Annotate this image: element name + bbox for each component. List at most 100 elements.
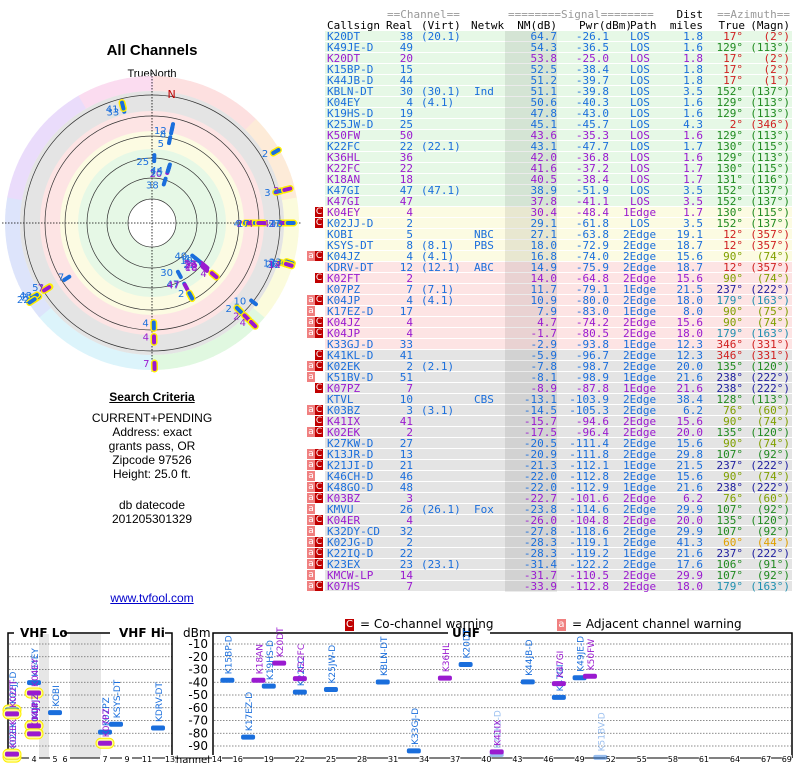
table-row[interactable]: K20DT 20 53.8 -25.0 LOS 1.8 17° (2°) <box>325 53 792 64</box>
station-channel-label: 12 <box>154 126 167 137</box>
table-row[interactable]: K15BP-D 15 52.5 -38.4 LOS 1.8 17° (2°) <box>325 64 792 75</box>
x-tick-label: 11 <box>142 755 152 764</box>
signal-marker[interactable] <box>375 679 390 685</box>
station-marker-label: KOBI <box>52 685 62 706</box>
table-row[interactable]: KDRV-DT 12 (12.1) ABC 14.9 -75.9 2Edge 18.7 12°(… <box>325 262 792 273</box>
station-marker-label: K02FT <box>9 679 19 707</box>
co-channel-warning-icon: C <box>315 460 323 470</box>
signal-marker[interactable] <box>406 748 421 754</box>
station-bar <box>282 186 293 192</box>
signal-marker[interactable] <box>5 751 19 757</box>
criteria-line: Height: 25.0 ft. <box>112 467 192 481</box>
station-marker-label: K02EK <box>9 718 19 748</box>
azimuth-true-cell: 179° <box>716 580 744 593</box>
co-channel-warning-icon: C <box>315 449 323 459</box>
adjacent-channel-warning-icon: a <box>307 548 315 558</box>
station-channel-label: 7 <box>58 273 64 284</box>
table-row[interactable]: K02JJ-D 2 29.1 -61.8 LOS 3.5 152° (137°) <box>325 218 792 229</box>
signal-marker[interactable] <box>323 687 338 693</box>
station-bar <box>169 122 176 132</box>
table-row[interactable]: K07HS 7 -33.9 -112.8 2Edge 18.0 179° (163°) <box>325 581 792 592</box>
table-row[interactable]: K49JE-D 49 54.3 -36.5 LOS 1.6 129° (113°) <box>325 42 792 53</box>
signal-marker[interactable] <box>220 677 235 683</box>
signal-marker[interactable] <box>593 754 608 760</box>
station-channel-label: 18 <box>185 263 198 274</box>
y-axis-label: dBm <box>183 626 211 640</box>
table-row[interactable]: K17EZ-D 17 7.9 -83.0 1Edge 8.0 90° (75°) <box>325 306 792 317</box>
station-marker-label: K36HL <box>442 643 452 672</box>
signal-marker[interactable] <box>551 694 566 700</box>
co-channel-warning-icon: C <box>315 482 323 492</box>
station-channel-label: 14 <box>268 260 281 271</box>
signal-marker[interactable] <box>292 689 307 695</box>
network-cell: PBS <box>474 239 494 252</box>
station-channel-label: 3 <box>273 186 279 197</box>
signal-marker[interactable] <box>251 677 266 683</box>
search-criteria-heading: Search Criteria <box>109 390 195 404</box>
magnetic-north-label: N <box>167 88 175 101</box>
table-row[interactable]: K04JP 4 (4.1) 10.9 -80.0 2Edge 18.0 179° (163°) <box>325 295 792 306</box>
signal-marker[interactable] <box>98 740 112 746</box>
table-row[interactable]: K32DY-CD 32 -27.8 -118.6 2Edge 29.9 107° (92°) <box>325 526 792 537</box>
signal-marker[interactable] <box>582 673 597 679</box>
compass-band <box>5 221 21 236</box>
x-tick-label: 5 <box>52 755 57 764</box>
signal-marker[interactable] <box>489 749 504 755</box>
table-row[interactable]: K04JZ 4 (4.1) 16.8 -74.0 2Edge 15.6 90° (74°) <box>325 251 792 262</box>
x-tick-label: 14 <box>212 755 222 764</box>
virtual-channel-cell: (23.1) <box>421 558 461 571</box>
table-row[interactable]: K48GO-D 48 -22.0 -112.9 1Edge 21.6 238° (222°) <box>325 482 792 493</box>
table-row[interactable]: KSYS-DT 8 (8.1) PBS 18.0 -72.9 2Edge 18.7 12° (35… <box>325 240 792 251</box>
x-tick-label: 64 <box>730 755 740 764</box>
polar-title: All Channels <box>106 42 198 59</box>
table-row[interactable]: K19HS-D 19 47.8 -43.0 LOS 1.6 129° (113°) <box>325 108 792 119</box>
signal-marker[interactable] <box>520 679 535 685</box>
co-channel-warning-icon: C <box>315 207 323 217</box>
compass-band <box>162 352 178 370</box>
tvfool-link[interactable]: www.tvfool.com <box>0 591 304 605</box>
adjacent-channel-warning-icon: a <box>307 504 315 514</box>
x-tick-label: 9 <box>124 755 129 764</box>
station-marker-label: K22FC <box>297 644 307 673</box>
station-channel-label: 22 <box>17 295 30 306</box>
table-row[interactable]: K21JI-D 21 -21.3 -112.1 1Edge 21.5 237° (222°) <box>325 460 792 471</box>
x-tick-label: 6 <box>62 755 67 764</box>
signal-marker[interactable] <box>437 675 452 681</box>
co-channel-warning-icon: C <box>315 218 323 228</box>
station-channel-label: 3 <box>264 188 270 199</box>
station-channel-label: 2 <box>178 289 184 300</box>
table-row[interactable]: KOBI 5 NBC 27.1 -63.8 2Edge 19.1 12° (357°) <box>325 229 792 240</box>
signal-marker[interactable] <box>48 710 62 716</box>
station-channel-label: 2 <box>262 149 268 160</box>
station-channel-label: 4 <box>247 219 253 230</box>
signal-marker[interactable] <box>458 662 473 668</box>
station-bar <box>166 162 172 173</box>
signal-marker[interactable] <box>27 731 41 737</box>
panel-label-vhf-lo: VHF Lo <box>20 626 68 640</box>
station-marker-label: K51BV-D <box>597 712 607 751</box>
adjacent-channel-warning-icon: a <box>307 482 315 492</box>
station-channel-label: 4 <box>142 318 148 329</box>
signal-marker[interactable] <box>261 683 276 689</box>
station-marker-label: K20DT <box>276 627 286 657</box>
table-row[interactable]: K02EK 2 -17.5 -96.4 2Edge 20.0 135° (120°) <box>325 427 792 438</box>
signal-marker[interactable] <box>5 711 19 717</box>
adjacent-channel-warning-icon: a <box>307 493 315 503</box>
table-row[interactable]: K03BZ 3 (3.1) -14.5 -105.3 2Edge 6.2 76° (60°) <box>325 405 792 416</box>
network-cell: Ind <box>474 85 494 98</box>
criteria-line: CURRENT+PENDING <box>91 411 213 425</box>
adjacent-channel-warning-icon: a <box>307 405 315 415</box>
signal-marker[interactable] <box>151 725 165 731</box>
signal-marker[interactable] <box>292 676 307 682</box>
co-channel-warning-icon: C <box>315 427 323 437</box>
station-marker-label: K04EY <box>31 658 41 687</box>
signal-marker[interactable] <box>241 734 256 740</box>
station-marker-label: K33GJ-D <box>411 708 421 745</box>
nm-cell: -33.9 <box>523 580 557 593</box>
station-marker-label: K17EZ-D <box>245 692 255 731</box>
station-bar <box>120 100 126 111</box>
co-channel-warning-icon: C <box>315 317 323 327</box>
station-channel-label: 2 <box>233 311 239 322</box>
signal-marker[interactable] <box>551 681 566 687</box>
table-row[interactable]: KTVL 10 CBS -13.1 -103.9 2Edge 38.4 128° (113°) <box>325 394 792 405</box>
